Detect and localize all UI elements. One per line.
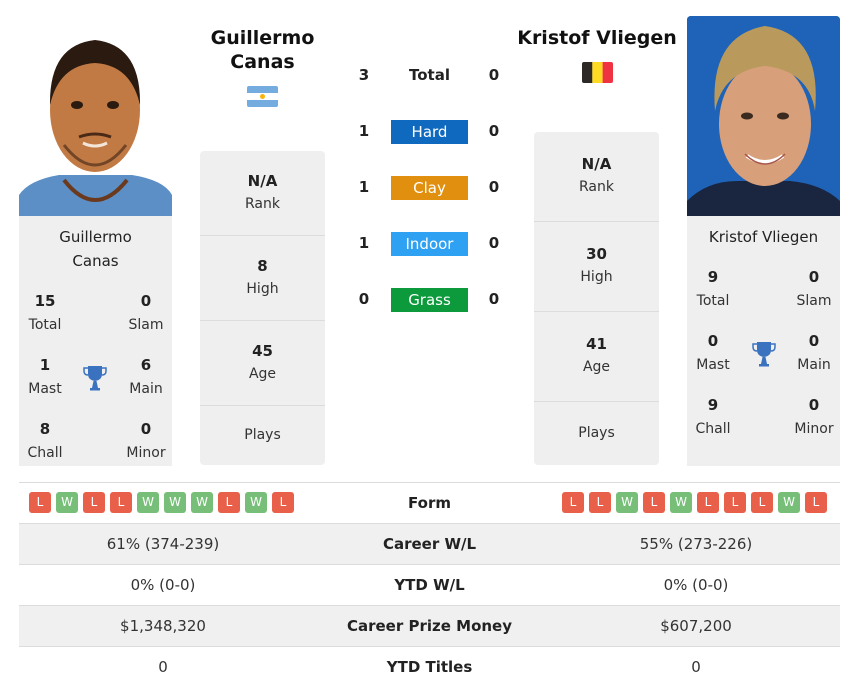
h2h-indoor-left: 1 — [358, 234, 370, 252]
plays-cell: Plays — [534, 401, 659, 465]
form-win-badge[interactable]: W — [245, 492, 267, 513]
belgium-flag-icon — [582, 62, 613, 83]
argentina-flag-icon — [247, 86, 278, 107]
ytd-titles-label: YTD Titles — [386, 658, 473, 676]
prize-money-left: $1,348,320 — [120, 617, 206, 635]
surface-grass-badge[interactable]: Grass — [391, 288, 468, 312]
ytd-titles-right: 0 — [691, 658, 701, 676]
rank-cell: N/A Rank — [245, 172, 280, 212]
h2h-total-left: 3 — [358, 66, 370, 84]
table-row: 0% (0-0) YTD W/L 0% (0-0) — [19, 564, 840, 605]
player-name-line1: Guillermo — [59, 228, 132, 246]
form-win-badge[interactable]: W — [778, 492, 800, 513]
player-info-card-left: N/A Rank 8 High 45 Age Plays — [200, 151, 325, 465]
form-loss-badge[interactable]: L — [643, 492, 665, 513]
titles-mast: 1 Mast — [28, 356, 62, 397]
form-loss-badge[interactable]: L — [29, 492, 51, 513]
player-name-line2: Canas — [72, 252, 119, 270]
prize-money-label: Career Prize Money — [346, 617, 512, 635]
surface-indoor-badge[interactable]: Indoor — [391, 232, 468, 256]
form-loss-badge[interactable]: L — [589, 492, 611, 513]
titles-main: 6 Main — [129, 356, 163, 397]
player-title-right[interactable]: Kristof Vliegen — [510, 26, 684, 50]
form-loss-badge[interactable]: L — [805, 492, 827, 513]
form-loss-badge[interactable]: L — [697, 492, 719, 513]
form-loss-badge[interactable]: L — [751, 492, 773, 513]
player-title-left[interactable]: Guillermo Canas — [190, 26, 335, 74]
form-win-badge[interactable]: W — [616, 492, 638, 513]
titles-chall: 8 Chall — [27, 420, 63, 461]
age-cell: 41 Age — [534, 311, 659, 401]
form-loss-badge[interactable]: L — [218, 492, 240, 513]
high-cell: 8 High — [200, 235, 325, 320]
table-row: 61% (374-239) Career W/L 55% (273-226) — [19, 523, 840, 564]
form-badges-right: LLWLWLLLWL — [562, 492, 827, 514]
plays-cell: Plays — [200, 405, 325, 465]
player-portrait-right — [687, 16, 840, 216]
ytd-titles-left: 0 — [158, 658, 168, 676]
prize-money-right: $607,200 — [660, 617, 732, 635]
career-wl-left: 61% (374-239) — [106, 535, 220, 553]
trophy-icon — [83, 365, 107, 391]
surface-hard-badge[interactable]: Hard — [391, 120, 468, 144]
h2h-clay-right: 0 — [488, 178, 500, 196]
h2h-hard-left: 1 — [358, 122, 370, 140]
career-wl-label: Career W/L — [382, 535, 477, 553]
player-photo-left — [19, 35, 172, 216]
h2h-grass-left: 0 — [358, 290, 370, 308]
surface-clay-badge[interactable]: Clay — [391, 176, 468, 200]
form-loss-badge[interactable]: L — [562, 492, 584, 513]
h2h-indoor-right: 0 — [488, 234, 500, 252]
form-label: Form — [408, 494, 451, 512]
ytd-wl-label: YTD W/L — [394, 576, 465, 594]
ytd-wl-right: 0% (0-0) — [663, 576, 729, 594]
age-cell: 45 Age — [200, 320, 325, 405]
form-loss-badge[interactable]: L — [83, 492, 105, 513]
titles-mast: 0 Mast — [696, 332, 730, 373]
form-row: LWLLWWWLWL Form LLWLWLLLWL — [19, 482, 840, 523]
form-loss-badge[interactable]: L — [110, 492, 132, 513]
form-win-badge[interactable]: W — [56, 492, 78, 513]
h2h-grass-right: 0 — [488, 290, 500, 308]
titles-minor: 0 Minor — [126, 420, 166, 461]
h2h-clay-left: 1 — [358, 178, 370, 196]
form-win-badge[interactable]: W — [191, 492, 213, 513]
rank-cell: N/A Rank — [579, 155, 614, 195]
player-portrait-left — [19, 35, 172, 216]
h2h-hard-right: 0 — [488, 122, 500, 140]
titles-total: 15 Total — [28, 292, 62, 333]
titles-slam: 0 Slam — [128, 292, 164, 333]
h2h-total-label: Total — [409, 66, 450, 84]
player-titles-card-right: Kristof Vliegen 9 Total 0 Slam 0 Mast 0 … — [687, 216, 840, 466]
player-titles-card-left: Guillermo Canas 15 Total 0 Slam 1 Mast 6… — [19, 216, 172, 466]
titles-minor: 0 Minor — [794, 396, 834, 437]
form-loss-badge[interactable]: L — [272, 492, 294, 513]
titles-main: 0 Main — [797, 332, 831, 373]
ytd-wl-left: 0% (0-0) — [130, 576, 196, 594]
player-info-card-right: N/A Rank 30 High 41 Age Plays — [534, 132, 659, 465]
player-photo-right — [687, 16, 840, 216]
form-win-badge[interactable]: W — [670, 492, 692, 513]
form-badges-left: LWLLWWWLWL — [29, 492, 294, 514]
table-row: 0 YTD Titles 0 — [19, 646, 840, 687]
career-wl-right: 55% (273-226) — [639, 535, 753, 553]
h2h-total-right: 0 — [488, 66, 500, 84]
titles-total: 9 Total — [696, 268, 730, 309]
titles-slam: 0 Slam — [796, 268, 832, 309]
form-win-badge[interactable]: W — [137, 492, 159, 513]
high-cell: 30 High — [534, 221, 659, 311]
player-name: Kristof Vliegen — [708, 228, 819, 246]
form-win-badge[interactable]: W — [164, 492, 186, 513]
table-row: $1,348,320 Career Prize Money $607,200 — [19, 605, 840, 646]
trophy-icon — [752, 341, 776, 367]
form-loss-badge[interactable]: L — [724, 492, 746, 513]
titles-chall: 9 Chall — [695, 396, 731, 437]
